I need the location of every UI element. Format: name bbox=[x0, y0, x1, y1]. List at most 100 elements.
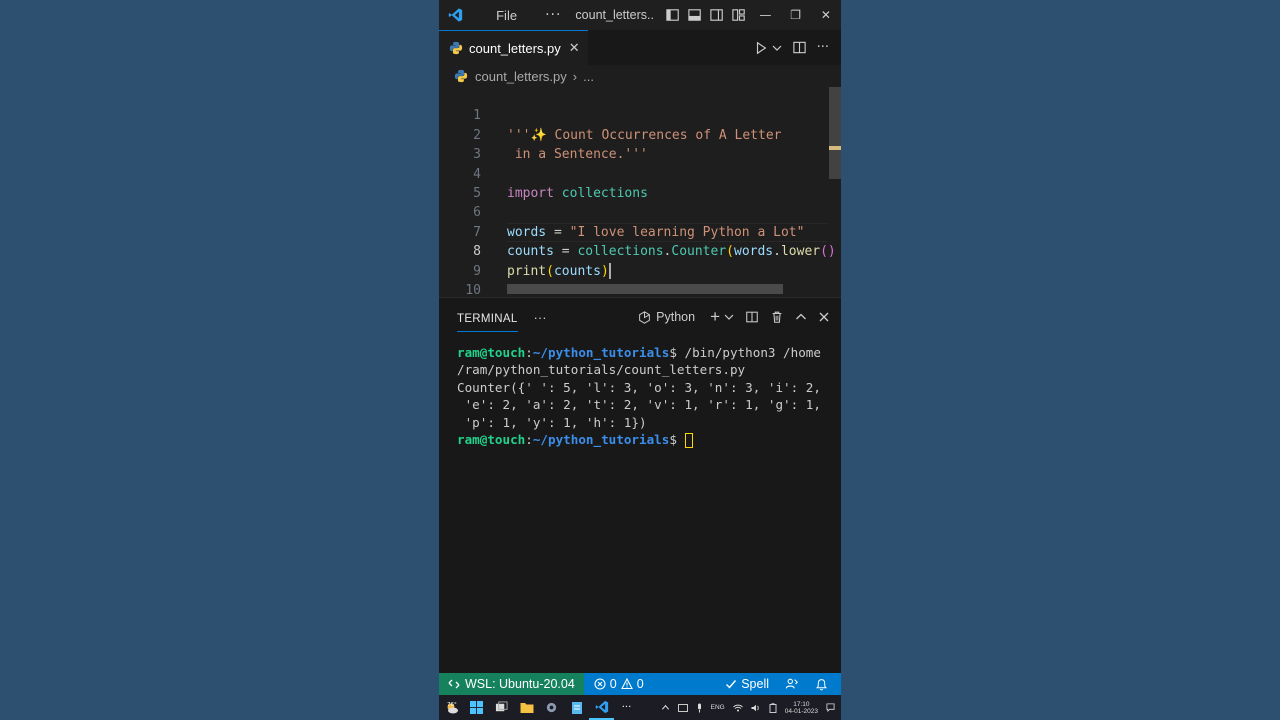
problems-indicator[interactable]: 0 0 bbox=[594, 677, 644, 691]
remote-label: WSL: Ubuntu-20.04 bbox=[465, 677, 575, 691]
menu-file[interactable]: File bbox=[496, 8, 517, 23]
split-terminal-icon[interactable] bbox=[745, 310, 759, 324]
vscode-logo-icon bbox=[448, 8, 463, 22]
chevron-down-icon[interactable] bbox=[772, 43, 782, 53]
toggle-primary-sidebar-icon[interactable] bbox=[665, 7, 680, 23]
microphone-icon[interactable] bbox=[696, 703, 703, 713]
customize-layout-icon[interactable] bbox=[731, 7, 746, 23]
vscode-logo-icon bbox=[595, 700, 608, 713]
code-editor[interactable]: 1 '''✨ Count Occurrences of A Letter 2 i… bbox=[439, 87, 841, 297]
python-file-icon bbox=[454, 69, 468, 83]
terminal-line: /ram/python_tutorials/count_letters.py bbox=[457, 362, 746, 378]
new-terminal-icon[interactable]: + bbox=[710, 307, 720, 327]
split-editor-icon[interactable] bbox=[792, 40, 807, 55]
code-line: 6 words = "I love learning Python a Lot" bbox=[439, 184, 841, 239]
panel-header: TERMINAL ··· Python + bbox=[439, 298, 841, 336]
check-icon bbox=[726, 680, 737, 689]
minimize-button[interactable]: — bbox=[750, 8, 780, 22]
restore-button[interactable]: ❐ bbox=[781, 8, 811, 22]
code-line: 1 '''✨ Count Occurrences of A Letter bbox=[439, 87, 841, 142]
status-right: Spell bbox=[725, 677, 841, 691]
settings-button[interactable] bbox=[539, 701, 564, 714]
clock[interactable]: 17:10 04-01-2023 bbox=[785, 701, 818, 715]
terminal-line: 'p': 1, 'y': 1, 'h': 1}) bbox=[457, 414, 647, 430]
tab-count-letters[interactable]: count_letters.py ✕ bbox=[439, 30, 588, 65]
scrollbar-cursor-marker bbox=[829, 146, 841, 150]
file-explorer-button[interactable] bbox=[514, 701, 539, 714]
remote-indicator[interactable]: WSL: Ubuntu-20.04 bbox=[439, 673, 584, 695]
system-tray: ENG 17:10 04-01-2023 bbox=[661, 701, 841, 715]
task-view-button[interactable] bbox=[489, 701, 514, 714]
terminal-line: Counter({' ': 5, 'l': 3, 'o': 3, 'n': 3,… bbox=[457, 379, 821, 395]
notepad-button[interactable] bbox=[564, 701, 589, 715]
toggle-panel-icon[interactable] bbox=[687, 7, 702, 23]
weather-widget[interactable]: 76° bbox=[439, 701, 464, 715]
more-apps-button[interactable]: ··· bbox=[614, 702, 639, 713]
close-tab-icon[interactable]: ✕ bbox=[569, 40, 580, 56]
chevron-up-icon[interactable] bbox=[795, 311, 807, 323]
warning-count: 0 bbox=[636, 677, 644, 691]
editor-actions: ··· bbox=[754, 40, 841, 55]
code-line: 5 bbox=[439, 165, 841, 201]
notification-icon[interactable] bbox=[826, 703, 835, 712]
status-bar: WSL: Ubuntu-20.04 0 0 Spell bbox=[439, 673, 841, 695]
vertical-scrollbar[interactable] bbox=[829, 87, 841, 179]
run-python-file-icon[interactable] bbox=[754, 41, 768, 55]
prompt-path: ~/python_tutorials bbox=[532, 432, 670, 448]
code-line: 3 bbox=[439, 126, 841, 162]
terminal-output[interactable]: ram@touch: ~/python_tutorials $ /bin/pytho… bbox=[457, 344, 837, 449]
gear-icon bbox=[546, 702, 557, 713]
prompt-colon: : bbox=[525, 345, 533, 360]
terminal-name: Python bbox=[656, 310, 696, 324]
prompt-user: ram@touch bbox=[457, 345, 526, 360]
editor-more-actions-button[interactable]: ··· bbox=[817, 40, 829, 55]
code-line-active: 8 print(counts) bbox=[439, 223, 841, 280]
code-line: 10 print(counts.most_common(5)) bbox=[439, 262, 841, 297]
editor-tab-bar: count_letters.py ✕ ··· bbox=[439, 30, 841, 65]
terminal-shell-icon bbox=[639, 310, 651, 324]
python-file-icon bbox=[449, 41, 463, 55]
panel-more-button[interactable]: ··· bbox=[534, 310, 547, 325]
spell-label: Spell bbox=[741, 677, 769, 691]
clock-date: 04-01-2023 bbox=[784, 707, 818, 715]
tab-label: count_letters.py bbox=[469, 40, 561, 56]
chevron-up-icon[interactable] bbox=[661, 703, 670, 712]
prompt-user: ram@touch bbox=[457, 432, 526, 448]
error-count: 0 bbox=[609, 677, 617, 691]
warning-icon bbox=[620, 678, 633, 690]
chevron-down-icon[interactable] bbox=[724, 312, 734, 322]
close-window-button[interactable]: ✕ bbox=[811, 8, 841, 22]
vscode-taskbar-button[interactable] bbox=[589, 695, 614, 720]
trash-icon[interactable] bbox=[770, 310, 784, 324]
terminal-command: $ /bin/python3 /home bbox=[669, 345, 821, 360]
toggle-secondary-sidebar-icon[interactable] bbox=[709, 7, 724, 23]
bell-icon[interactable] bbox=[815, 678, 828, 691]
remote-icon bbox=[448, 679, 460, 689]
battery-icon[interactable] bbox=[769, 702, 777, 713]
spell-check-button[interactable]: Spell bbox=[725, 677, 769, 691]
terminal-cursor bbox=[684, 433, 693, 449]
panel-actions: Python + bbox=[638, 307, 841, 327]
vscode-window: File ··· count_letters.... — ❐ ✕ count_l… bbox=[439, 0, 841, 720]
window-title: count_letters.... bbox=[575, 8, 653, 22]
tab-terminal[interactable]: TERMINAL bbox=[457, 303, 518, 332]
keyboard-icon[interactable] bbox=[677, 703, 688, 712]
code-line: 2 in a Sentence.''' bbox=[439, 106, 841, 162]
breadcrumb-more[interactable]: ... bbox=[583, 69, 594, 84]
menu-more-button[interactable]: ··· bbox=[545, 7, 561, 23]
task-view-icon bbox=[495, 701, 508, 712]
language-indicator[interactable]: ENG bbox=[711, 704, 725, 711]
breadcrumb-file[interactable]: count_letters.py bbox=[475, 69, 567, 84]
close-icon[interactable] bbox=[818, 311, 830, 323]
start-button[interactable] bbox=[464, 701, 489, 714]
wifi-icon[interactable] bbox=[732, 704, 743, 712]
terminal-selector[interactable]: Python bbox=[638, 310, 695, 324]
code-line: 7 counts = collections.Counter(words.low… bbox=[439, 203, 841, 259]
prompt-end: $ bbox=[669, 432, 685, 448]
horizontal-scrollbar[interactable] bbox=[507, 284, 783, 294]
feedback-icon[interactable] bbox=[785, 677, 799, 691]
windows-taskbar: 76° ··· ENG 17:10 04-01-2023 bbox=[439, 695, 841, 720]
terminal-line: ram@touch:~/python_tutorials$ bbox=[457, 431, 837, 449]
breadcrumb-separator: › bbox=[572, 68, 578, 84]
volume-icon[interactable] bbox=[751, 704, 761, 712]
